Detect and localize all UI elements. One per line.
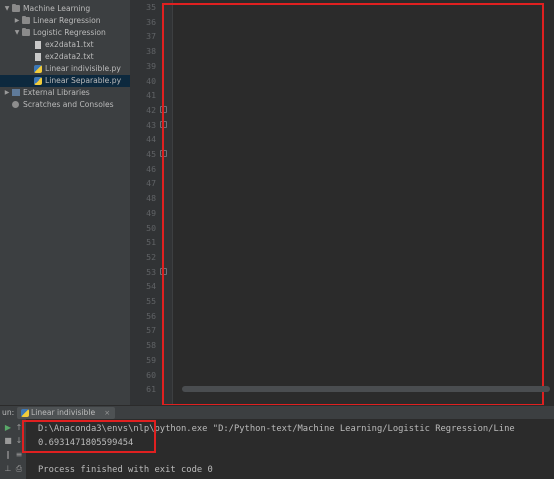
line-number: 42	[146, 104, 156, 115]
tree-item-label: Linear indivisible.py	[45, 64, 121, 73]
line-number: 36	[146, 16, 156, 27]
tree-item-logistic-regression[interactable]: ▼ Logistic Regression	[0, 27, 130, 39]
tree-item-scratches[interactable]: Scratches and Consoles	[0, 99, 130, 111]
python-file-icon	[21, 409, 29, 417]
rerun-icon[interactable]: ▶	[3, 423, 13, 433]
line-number: 47	[146, 178, 156, 189]
line-number: 48	[146, 193, 156, 204]
text-file-icon	[35, 53, 41, 61]
tree-item-label: Logistic Regression	[33, 28, 106, 37]
chevron-down-icon[interactable]: ▼	[3, 3, 11, 15]
stop-icon[interactable]: ■	[3, 436, 13, 446]
python-file-icon	[34, 77, 42, 85]
line-number: 57	[146, 325, 156, 336]
scrollbar-thumb[interactable]	[182, 386, 550, 392]
folder-icon	[22, 28, 30, 36]
line-number: 43	[146, 119, 156, 130]
chevron-right-icon[interactable]: ▶	[13, 15, 21, 27]
line-number: 41	[146, 90, 156, 101]
folder-icon	[22, 16, 30, 24]
line-number: 50	[146, 222, 156, 233]
print-icon[interactable]: ⎙	[14, 464, 24, 474]
folder-icon	[12, 4, 20, 12]
chevron-down-icon[interactable]: ▼	[13, 27, 21, 39]
tree-item-label: Linear Regression	[33, 16, 101, 25]
line-number: 38	[146, 46, 156, 57]
output-highlight-box	[22, 420, 156, 453]
line-number: 53	[146, 266, 156, 277]
run-tab-linear-indivisible[interactable]: Linear indivisible ×	[17, 407, 116, 419]
pause-icon[interactable]: ∥	[3, 450, 13, 460]
tree-item-label: Linear Separable.py	[45, 76, 122, 85]
tree-item-linear-separable[interactable]: Linear Separable.py	[0, 75, 130, 87]
pin-icon[interactable]: ⊥	[3, 464, 13, 474]
python-file-icon	[34, 65, 42, 73]
line-number: 51	[146, 237, 156, 248]
library-icon	[12, 89, 20, 96]
scratch-icon	[12, 101, 19, 108]
line-number: 54	[146, 281, 156, 292]
line-number: 35	[146, 2, 156, 12]
text-file-icon	[35, 41, 41, 49]
line-number: 39	[146, 60, 156, 71]
run-tab-label: Linear indivisible	[31, 408, 96, 417]
line-number: 59	[146, 354, 156, 365]
tree-item-label: External Libraries	[23, 88, 90, 97]
tree-item-label: Machine Learning	[23, 4, 91, 13]
line-number: 37	[146, 31, 156, 42]
chevron-right-icon[interactable]: ▶	[3, 87, 11, 99]
run-panel-title: un:	[2, 408, 15, 417]
tree-item-ex2data1[interactable]: ex2data1.txt	[0, 39, 130, 51]
line-number: 58	[146, 340, 156, 351]
tree-item-linear-regression[interactable]: ▶ Linear Regression	[0, 15, 130, 27]
line-number: 55	[146, 296, 156, 306]
tree-item-linear-indivisible[interactable]: Linear indivisible.py	[0, 63, 130, 75]
close-icon[interactable]: ×	[104, 407, 110, 419]
line-number: 52	[146, 251, 156, 262]
tree-item-label: Scratches and Consoles	[23, 100, 114, 109]
line-number: 45	[146, 149, 156, 159]
line-number: 60	[146, 369, 156, 380]
line-number: 40	[146, 75, 156, 86]
horizontal-scrollbar[interactable]	[174, 385, 554, 393]
tree-item-ex2data2[interactable]: ex2data2.txt	[0, 51, 130, 63]
console-exit-message: Process finished with exit code 0	[38, 465, 213, 475]
project-tree: ▼ Machine Learning ▶ Linear Regression ▼…	[0, 0, 130, 405]
line-number: 44	[146, 134, 156, 145]
line-number: 56	[146, 310, 156, 321]
run-panel-header: un: Linear indivisible ×	[0, 405, 554, 419]
tree-item-machine-learning[interactable]: ▼ Machine Learning	[0, 3, 130, 15]
line-number: 49	[146, 207, 156, 218]
tree-item-label: ex2data2.txt	[45, 52, 94, 61]
line-number: 46	[146, 163, 156, 174]
code-highlight-box	[162, 3, 544, 406]
tree-item-external-libraries[interactable]: ▶ External Libraries	[0, 87, 130, 99]
tree-item-label: ex2data1.txt	[45, 40, 94, 49]
line-number: 61	[146, 384, 156, 395]
